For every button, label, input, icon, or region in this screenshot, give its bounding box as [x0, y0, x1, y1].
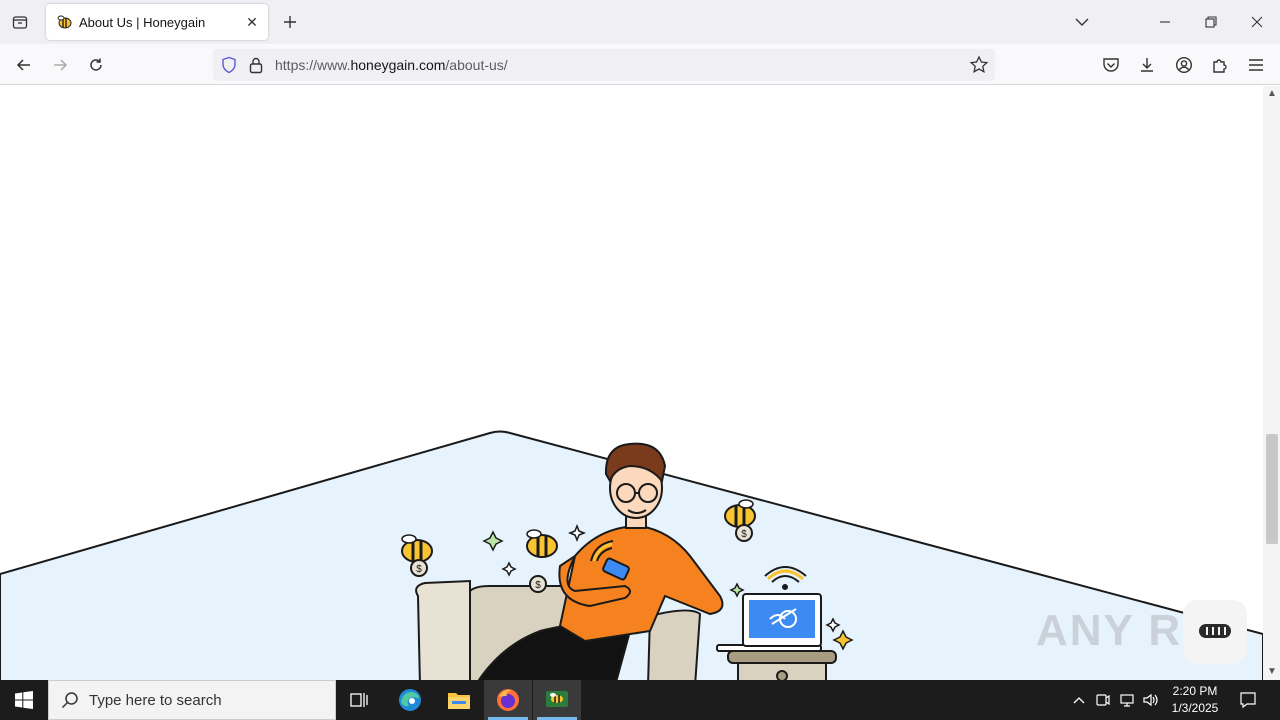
system-clock[interactable]: 2:20 PM 1/3/2025	[1160, 683, 1230, 717]
reload-icon[interactable]	[83, 52, 109, 78]
chat-widget-button[interactable]	[1183, 600, 1247, 664]
task-view-icon[interactable]	[336, 680, 384, 720]
firefox-taskbar-icon[interactable]	[484, 680, 532, 720]
clock-time: 2:20 PM	[1172, 684, 1218, 698]
scrollbar-thumb[interactable]	[1266, 434, 1278, 544]
forward-arrow-icon[interactable]	[47, 52, 73, 78]
extensions-icon[interactable]	[1207, 52, 1233, 78]
chat-bubble-icon	[1199, 624, 1231, 638]
list-all-tabs-icon[interactable]	[1059, 0, 1105, 44]
tab-bar: About Us | Honeygain ✕	[0, 0, 1280, 44]
svg-text:$: $	[416, 564, 422, 575]
meet-now-icon[interactable]	[1092, 680, 1114, 720]
clock-date: 1/3/2025	[1171, 701, 1219, 715]
windows-taskbar: Type here to search 2:20 PM 1/3/2025	[0, 680, 1280, 720]
new-tab-icon[interactable]	[278, 10, 302, 34]
side-table	[727, 650, 837, 680]
volume-icon[interactable]	[1140, 680, 1162, 720]
page-scrollbar[interactable]: ▲ ▼	[1263, 86, 1280, 680]
close-window-icon[interactable]	[1234, 0, 1280, 44]
taskbar-search-box[interactable]: Type here to search	[48, 680, 336, 720]
screen: About Us | Honeygain ✕ https://www.honey…	[0, 0, 1280, 720]
address-bar[interactable]: https://www.honeygain.com/about-us/	[213, 49, 995, 81]
web-page-content: $ $ $ ANY RUN	[0, 86, 1263, 680]
back-arrow-icon[interactable]	[11, 52, 37, 78]
tracking-protection-shield-icon[interactable]	[221, 56, 237, 79]
downloads-icon[interactable]	[1134, 52, 1160, 78]
search-placeholder: Type here to search	[89, 691, 222, 709]
minimize-icon[interactable]	[1142, 0, 1188, 44]
svg-text:$: $	[535, 580, 541, 591]
account-icon[interactable]	[1171, 52, 1197, 78]
file-explorer-icon[interactable]	[435, 680, 483, 720]
honeygain-bee-icon	[55, 13, 73, 31]
app-taskbar-icon[interactable]	[533, 680, 581, 720]
scroll-down-icon[interactable]: ▼	[1266, 666, 1278, 678]
network-icon[interactable]	[1116, 680, 1138, 720]
menu-hamburger-icon[interactable]	[1243, 52, 1269, 78]
pocket-icon[interactable]	[1098, 52, 1124, 78]
tab-about-us[interactable]: About Us | Honeygain ✕	[46, 4, 268, 40]
tab-manager-icon[interactable]	[8, 10, 32, 34]
show-hidden-icons-chevron-icon[interactable]	[1068, 680, 1090, 720]
edge-browser-icon[interactable]	[386, 680, 434, 720]
windows-start-icon[interactable]	[0, 680, 48, 720]
scroll-up-icon[interactable]: ▲	[1266, 88, 1278, 100]
close-tab-icon[interactable]: ✕	[240, 10, 264, 34]
bookmark-star-icon[interactable]	[969, 55, 989, 80]
hero-illustration: $ $ $	[0, 430, 1263, 680]
notification-center-icon[interactable]	[1232, 680, 1264, 720]
navigation-toolbar: https://www.honeygain.com/about-us/	[0, 44, 1280, 85]
url-text[interactable]: https://www.honeygain.com/about-us/	[275, 57, 508, 73]
tab-title: About Us | Honeygain	[79, 14, 206, 30]
lock-icon[interactable]	[249, 56, 263, 79]
restore-icon[interactable]	[1188, 0, 1234, 44]
svg-text:$: $	[741, 529, 747, 540]
search-icon	[61, 692, 78, 709]
